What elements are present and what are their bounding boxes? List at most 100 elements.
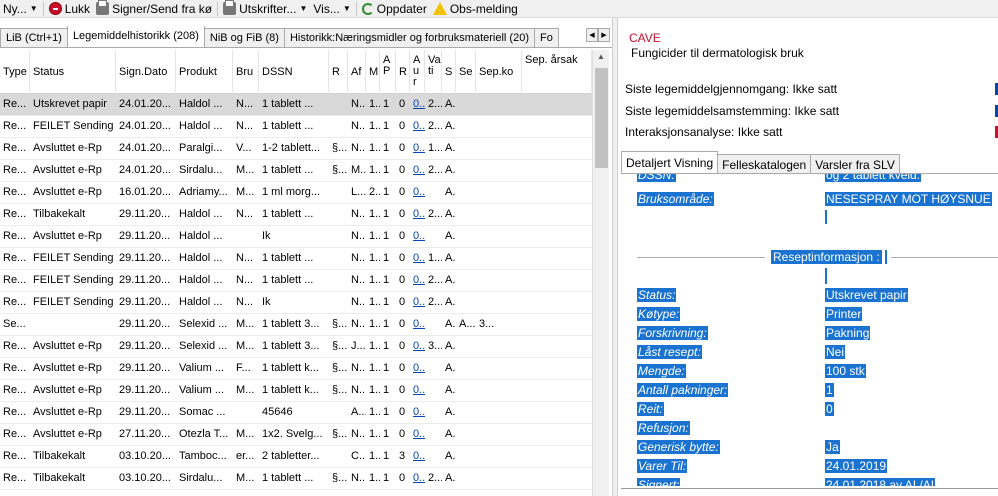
header-col-se[interactable]: Se (456, 50, 476, 94)
status-legemiddelsamstemming-text: Siste legemiddelsamstemming: Ikke satt (625, 104, 840, 118)
cell-col-aur[interactable]: 0... (410, 314, 425, 336)
cell-col-aur[interactable]: 0... (410, 424, 425, 446)
table-row[interactable]: Re... Utskrevet papir 24.01.20... Haldol ..… (0, 94, 592, 116)
cell-col-af: N... (351, 318, 366, 330)
table-row[interactable]: Re... Avsluttet e-Rp 24.01.20... Sirdalu...… (0, 160, 592, 182)
cell-col-aur[interactable]: 0... (410, 160, 425, 182)
tab-fo[interactable]: Fo (533, 28, 559, 47)
header-col-type[interactable]: Type (0, 50, 30, 94)
header-col-r[interactable]: R (329, 50, 348, 94)
cell-col-bru: V... (236, 142, 252, 154)
cell-col-aur[interactable]: 0... (410, 182, 425, 204)
tab-lib[interactable]: LiB (Ctrl+1) (0, 28, 68, 47)
printouts-button[interactable]: Utskrifter... ▼ (220, 0, 310, 17)
table-row[interactable]: Re... FEILET Sending 24.01.20... Haldol ...… (0, 116, 592, 138)
cell-col-type: Re... (3, 252, 27, 264)
cell-col-ap: 1 (383, 362, 390, 374)
header-col-dssn[interactable]: DSSN (259, 50, 329, 94)
cell-col-sep-arsak (522, 116, 592, 138)
table-row[interactable]: Re... Avsluttet e-Rp 29.11.20... Somac ... 4… (0, 402, 592, 424)
table-row[interactable]: Se... 29.11.20... Selexid ... M... 1 tablett… (0, 314, 592, 336)
table-row[interactable]: Re... Avsluttet e-Rp 27.11.20... Otezla T..… (0, 424, 592, 446)
table-row[interactable]: Re... FEILET Sending 29.11.20... Haldol ...… (0, 270, 592, 292)
table-row[interactable]: Re... FEILET Sending 29.11.20... Haldol ...… (0, 292, 592, 314)
view-button[interactable]: Vis... ▼ (310, 0, 353, 17)
table-row[interactable]: Re... FEILET Sending 29.11.20... Haldol ...… (0, 248, 592, 270)
table-row[interactable]: Re... Tilbakekalt 03.10.20... Tamboc... er..… (0, 446, 592, 468)
table-row[interactable]: Re... Avsluttet e-Rp 29.11.20... Haldol ...… (0, 226, 592, 248)
cell-col-vati: 2... (428, 164, 442, 176)
cell-col-s: A... (445, 274, 456, 286)
cell-col-aur[interactable]: 0... (410, 446, 425, 468)
table-row[interactable]: Re... Avsluttet e-Rp 29.11.20... Valium ...… (0, 358, 592, 380)
tab-felleskatalogen[interactable]: Felleskatalogen (717, 154, 812, 173)
tab-scroll-right-icon[interactable]: ▶ (598, 28, 610, 42)
field-label: Antall pakninger: (637, 383, 729, 397)
table-row[interactable]: Re... Tilbakekalt 03.10.20... Sirdalu... M..… (0, 468, 592, 490)
cell-col-aur[interactable]: 0... (410, 116, 425, 138)
cell-col-vati: 2... (428, 98, 442, 110)
cell-col-se (456, 204, 476, 226)
header-col-af[interactable]: Af (348, 50, 366, 94)
tab-scroll-left-icon[interactable]: ◀ (586, 28, 598, 42)
table-row[interactable]: Re... Tilbakekalt 29.11.20... Haldol ... N..… (0, 204, 592, 226)
cell-col-aur[interactable]: 0... (410, 270, 425, 292)
cell-col-se (456, 446, 476, 468)
tab-legemiddelhistorikk[interactable]: Legemiddelhistorikk (208) (66, 26, 205, 47)
cell-col-aur[interactable]: 0... (410, 402, 425, 424)
new-button[interactable]: Ny... ▼ (0, 0, 41, 17)
cell-col-sep-arsak (522, 468, 592, 490)
header-col-status[interactable]: Status (30, 50, 116, 94)
tab-detaljert-visning[interactable]: Detaljert Visning (621, 151, 719, 173)
header-col-sign-dato[interactable]: Sign.Dato (116, 50, 176, 94)
cell-col-vati: 2... (428, 472, 442, 484)
cell-col-aur[interactable]: 0... (410, 94, 425, 116)
cell-col-aur[interactable]: 0... (410, 204, 425, 226)
table-row[interactable]: Re... Avsluttet e-Rp 29.11.20... Selexid ..… (0, 336, 592, 358)
cell-col-aur[interactable]: 0... (410, 248, 425, 270)
header-col-sep-ko[interactable]: Sep.ko (476, 50, 522, 94)
grid-vertical-scrollbar[interactable]: ▲ (592, 50, 609, 496)
header-col-r2[interactable]: R (396, 50, 410, 94)
cell-col-se (456, 226, 476, 248)
cell-col-se: A... (459, 318, 476, 330)
pane-splitter[interactable] (612, 18, 618, 496)
header-col-ap[interactable]: A P (380, 50, 396, 94)
cell-col-aur[interactable]: 0... (410, 336, 425, 358)
header-col-aur[interactable]: A u r (410, 50, 425, 94)
header-col-m[interactable]: M (366, 50, 380, 94)
cell-col-r: §... (332, 318, 348, 330)
status-legemiddelgjennomgang-text: Siste legemiddelgjennomgang: Ikke satt (625, 82, 838, 96)
close-button[interactable]: Lukk (46, 0, 93, 17)
cell-col-s: A... (445, 120, 456, 132)
cell-col-dssn: 1 tablett ... (262, 252, 314, 264)
cell-col-s: A... (445, 186, 456, 198)
header-col-produkt[interactable]: Produkt (176, 50, 233, 94)
table-row[interactable]: Re... Avsluttet e-Rp 16.01.20... Adriamy...… (0, 182, 592, 204)
sign-send-button[interactable]: Signer/Send fra kø (93, 0, 215, 17)
refresh-button[interactable]: Oppdater (359, 0, 430, 17)
cell-col-aur[interactable]: 0... (410, 358, 425, 380)
obs-message-button[interactable]: Obs-melding (430, 0, 521, 17)
cell-col-vati (425, 424, 442, 446)
cell-col-bru: M... (236, 186, 255, 198)
cell-col-aur[interactable]: 0... (410, 226, 425, 248)
tab-nib-fib[interactable]: NiB og FiB (8) (203, 28, 285, 47)
cell-col-aur[interactable]: 0... (410, 138, 425, 160)
scroll-up-icon[interactable]: ▲ (597, 52, 605, 61)
warning-icon (432, 2, 447, 15)
cell-col-aur[interactable]: 0... (410, 468, 425, 490)
tab-historikk-naeringsmidler[interactable]: Historikk:Næringsmidler og forbruksmater… (283, 28, 535, 47)
header-col-s[interactable]: S (442, 50, 456, 94)
scrollbar-thumb[interactable] (595, 68, 608, 168)
header-col-sep-arsak[interactable]: Sep. årsak (522, 50, 592, 94)
tab-varsler-slv[interactable]: Varsler fra SLV (810, 154, 900, 173)
table-row[interactable]: Re... Avsluttet e-Rp 24.01.20... Paralgi...… (0, 138, 592, 160)
header-col-vati[interactable]: Va ti (425, 50, 442, 94)
cell-col-status: Avsluttet e-Rp (33, 406, 102, 418)
table-row[interactable]: Re... Avsluttet e-Rp 29.11.20... Valium ...… (0, 380, 592, 402)
cell-col-aur[interactable]: 0... (410, 292, 425, 314)
cell-col-aur[interactable]: 0... (410, 380, 425, 402)
header-col-bru[interactable]: Bru (233, 50, 259, 94)
cell-col-af: N... (351, 296, 366, 308)
